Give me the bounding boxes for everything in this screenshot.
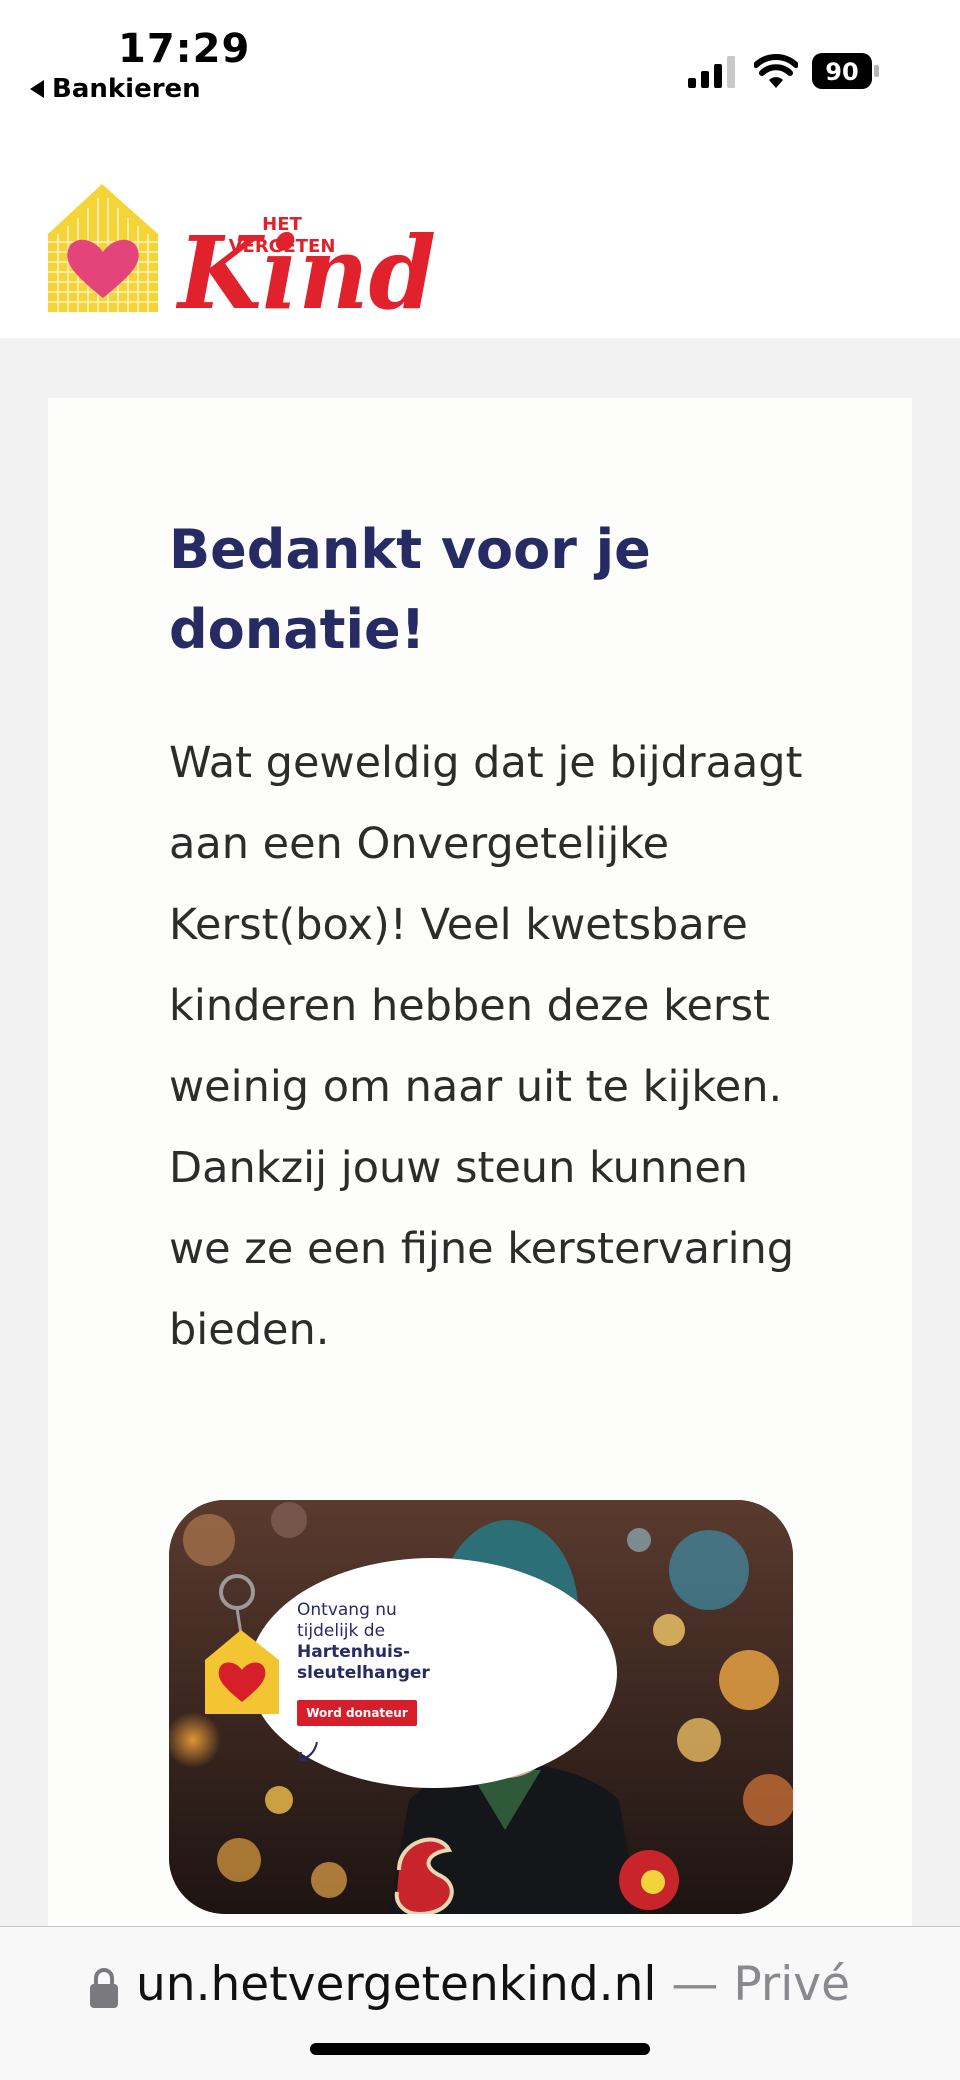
- promo-line-4: sleutelhanger: [297, 1663, 430, 1683]
- back-arrow-icon: [30, 80, 44, 98]
- url-separator: —: [671, 1957, 719, 2012]
- battery-icon: 90: [812, 53, 879, 89]
- status-time: 17:29: [118, 26, 251, 72]
- page-title: Bedankt voor je donatie!: [169, 518, 651, 661]
- private-mode-label: Privé: [733, 1957, 850, 2012]
- donor-promo-banner[interactable]: Ontvang nu tijdelijk de Hartenhuis- sleu…: [169, 1500, 793, 1914]
- status-bar: 17:29 Bankieren 90: [0, 0, 960, 130]
- thank-you-message: Wat geweldig dat je bijdraagt aan een On…: [169, 738, 803, 1355]
- promo-text: Ontvang nu tijdelijk de Hartenhuis- sleu…: [297, 1600, 517, 1684]
- home-indicator[interactable]: [310, 2043, 650, 2055]
- house-keychain-icon: [205, 1574, 279, 1714]
- browser-address-bar[interactable]: un.hetvergetenkind.nl — Privé: [0, 1926, 960, 2080]
- site-header: HET VERGETEN Kind: [0, 130, 960, 338]
- cellular-signal-icon: [688, 56, 735, 88]
- back-to-app-label: Bankieren: [52, 74, 201, 104]
- het-vergeten-kind-logo[interactable]: HET VERGETEN Kind: [46, 180, 446, 320]
- address-url[interactable]: un.hetvergetenkind.nl — Privé: [136, 1957, 850, 2012]
- promo-line-3: Hartenhuis-: [297, 1642, 411, 1662]
- promo-line-2: tijdelijk de: [297, 1621, 386, 1641]
- thank-you-card: Bedankt voor je donatie! Wat geweldig da…: [48, 398, 912, 1958]
- house-heart-icon: [48, 184, 158, 312]
- url-domain: un.hetvergetenkind.nl: [136, 1957, 657, 2012]
- curved-arrow-icon: [298, 1741, 318, 1761]
- wifi-icon: [754, 54, 798, 88]
- brand-kind: Kind: [175, 214, 436, 320]
- lock-icon: [90, 1968, 118, 2008]
- brand-wordmark: HET VERGETEN Kind: [175, 214, 436, 320]
- word-donateur-button[interactable]: Word donateur: [297, 1700, 417, 1726]
- back-to-app-button[interactable]: Bankieren: [30, 74, 201, 104]
- promo-line-1: Ontvang nu: [297, 1600, 397, 1620]
- battery-level: 90: [825, 58, 858, 86]
